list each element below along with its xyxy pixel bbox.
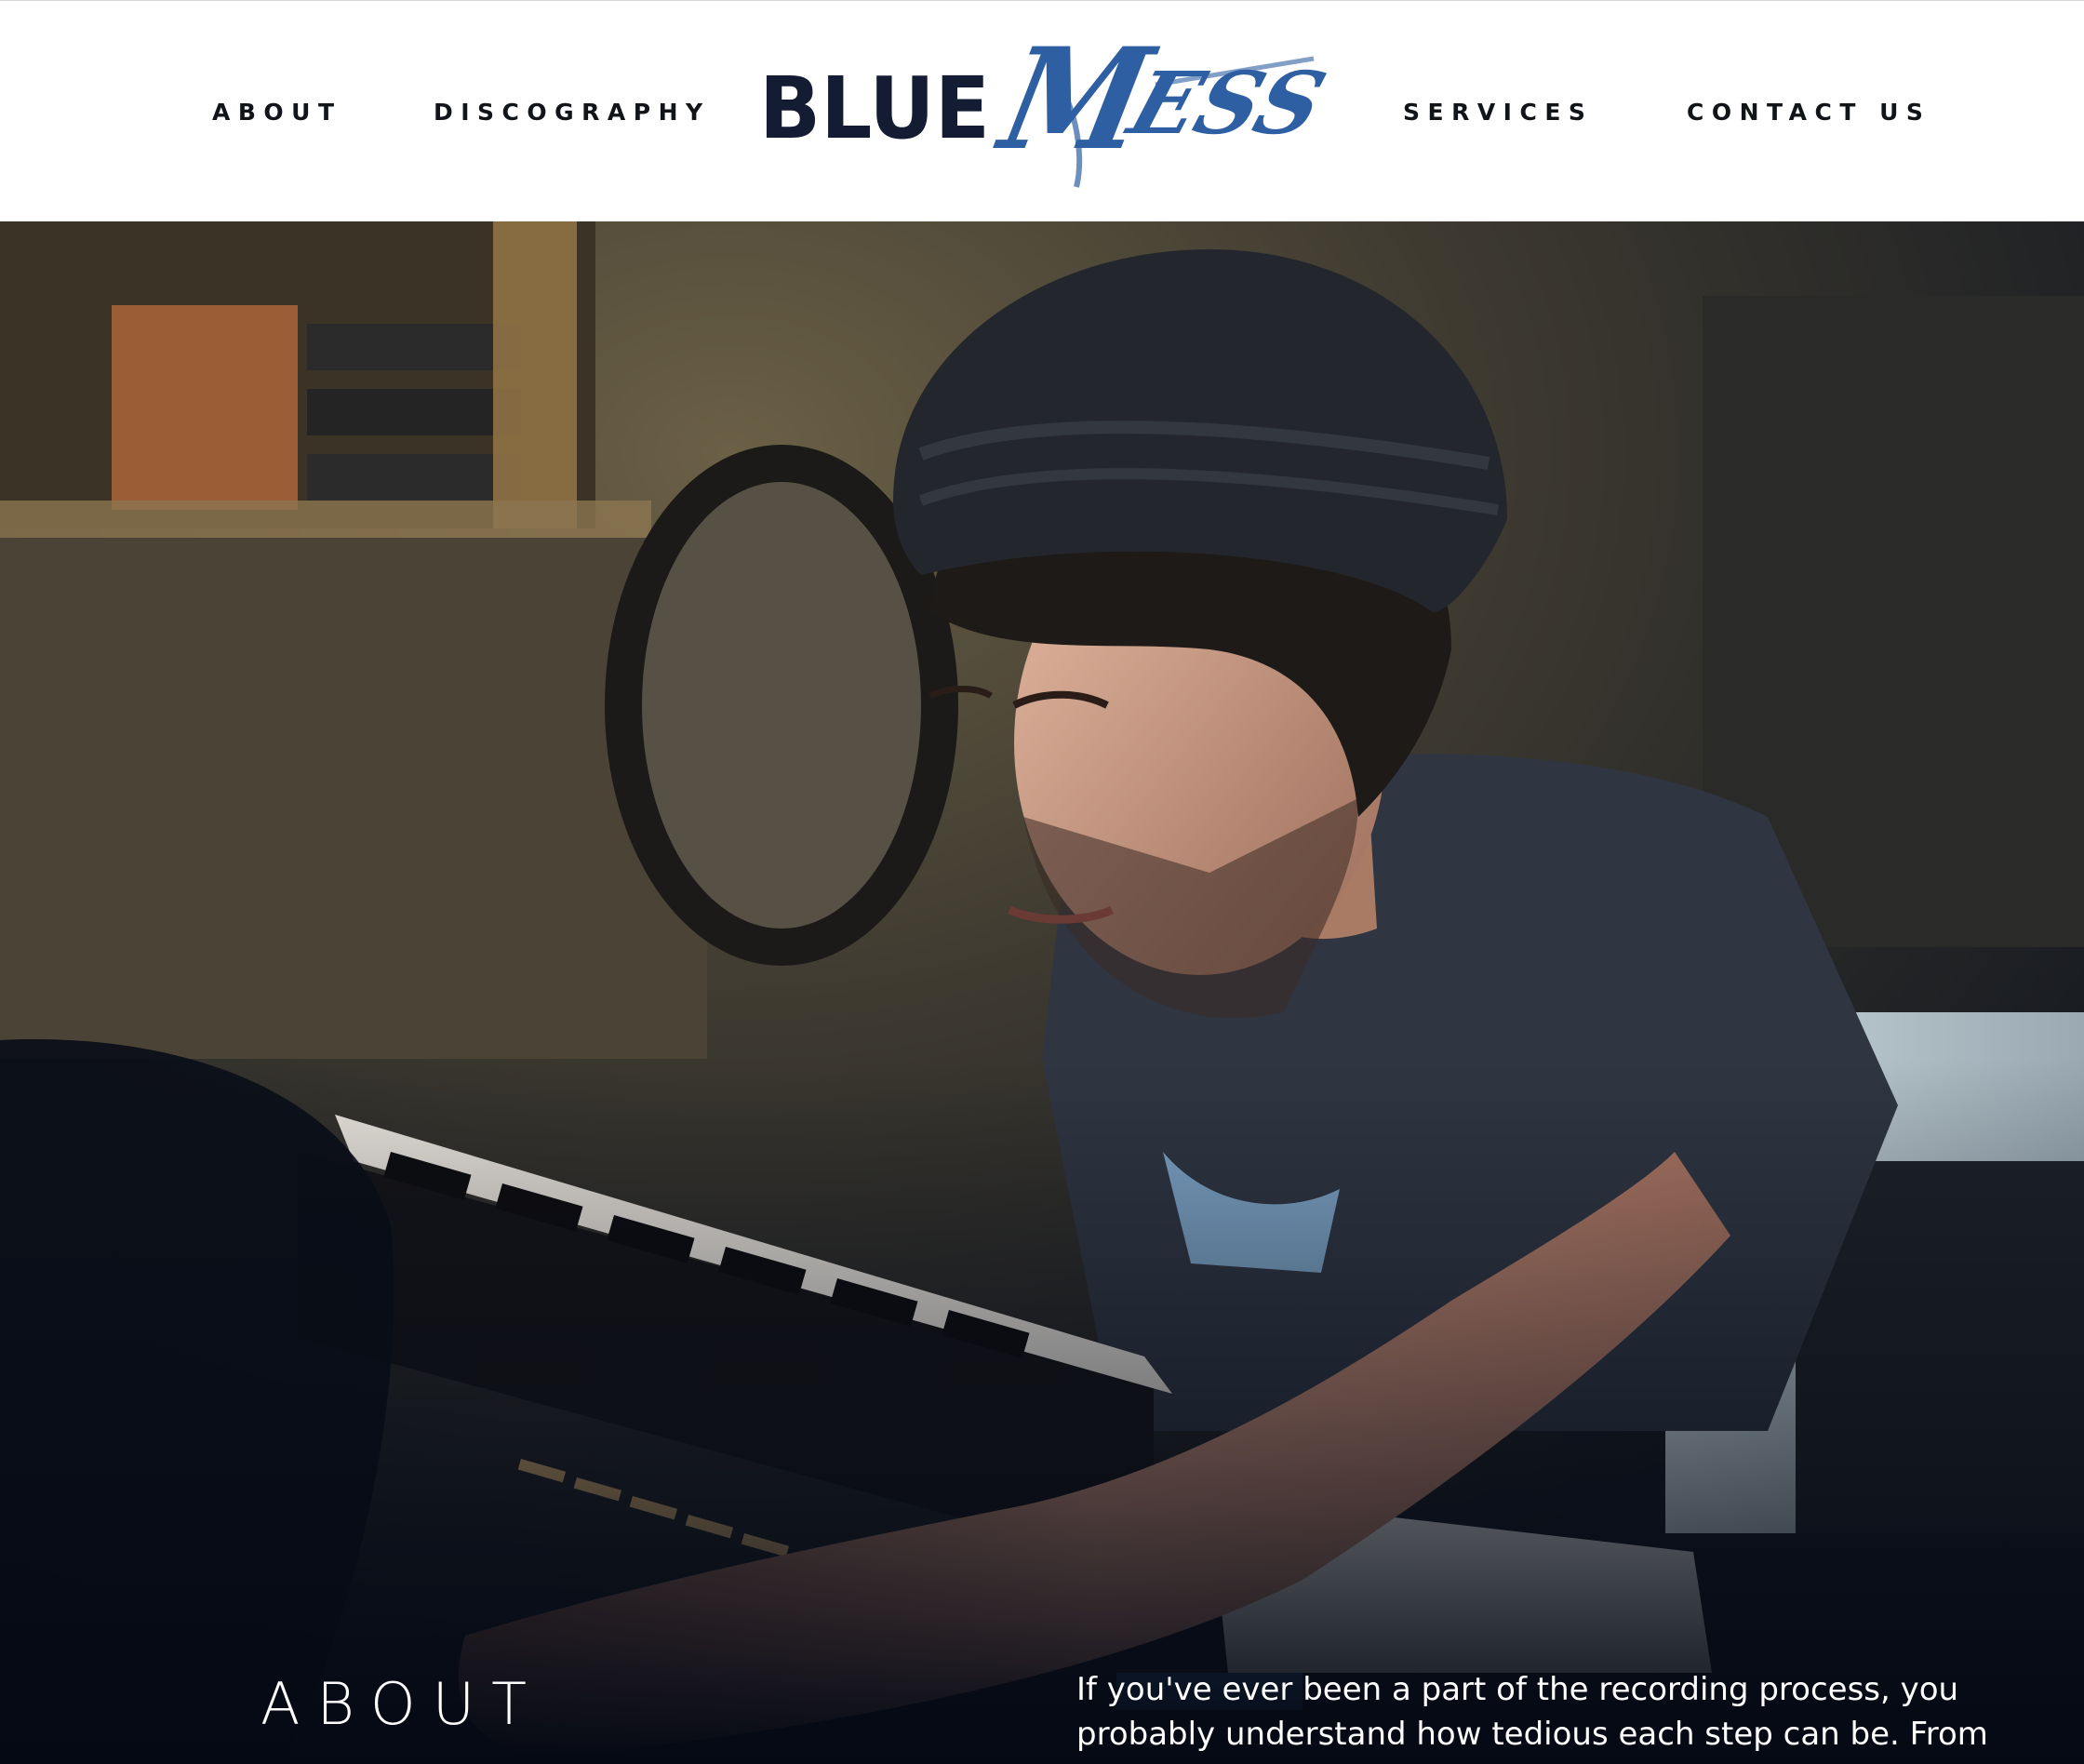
blue-mess-logo-graphic: BLUE M ESS [759,38,1332,188]
about-line-1: If you've ever been a part of the record… [1076,1671,1959,1708]
logo-word-mess: M ESS [985,38,1332,188]
logo-word-blue: BLUE [759,59,990,158]
hero-section: ABOUT If you've ever been a part of the … [0,221,2084,1764]
nav-services-link[interactable]: SERVICES [1403,96,1585,129]
about-heading: ABOUT [260,1670,543,1738]
hero-photo [0,221,2084,1764]
nav-discography-link[interactable]: DISCOGRAPHY [434,96,702,129]
blue-mess-logo[interactable]: BLUE M ESS [755,38,1332,196]
nav-contact-link[interactable]: CONTACT US [1687,96,1923,129]
site-header: ABOUT DISCOGRAPHY BLUE M ESS SERVICES CO… [0,0,2084,221]
nav-about-link[interactable]: ABOUT [212,96,334,129]
about-paragraph: If you've ever been a part of the record… [1076,1667,2007,1757]
svg-text:ESS: ESS [1115,53,1332,154]
about-line-2: probably understand how tedious each ste… [1076,1716,1988,1753]
